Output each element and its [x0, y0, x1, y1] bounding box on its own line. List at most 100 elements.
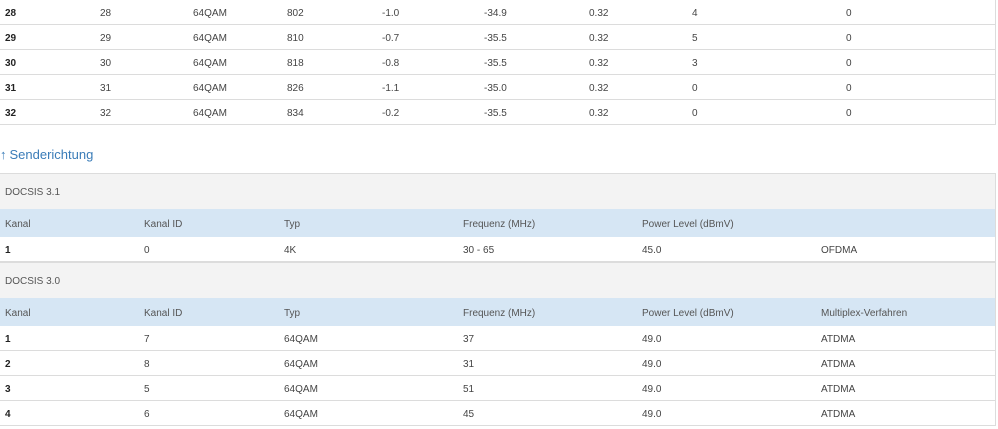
- cell-typ: 64QAM: [284, 334, 318, 345]
- cell-multiplex: OFDMA: [821, 245, 858, 256]
- table-row: 30 30 64QAM 818 -0.8 -35.5 0.32 3 0: [0, 50, 996, 75]
- table-row: 29 29 64QAM 810 -0.7 -35.5 0.32 5 0: [0, 25, 996, 50]
- cell-mer: -34.9: [484, 8, 507, 19]
- header-typ: Typ: [284, 308, 301, 319]
- cell-multiplex: ATDMA: [821, 409, 856, 420]
- cell-mer: -35.5: [484, 108, 507, 119]
- cell-kanal: 4: [5, 409, 11, 420]
- arrow-up-icon: ↑: [0, 147, 7, 162]
- group-header-docsis-31: DOCSIS 3.1: [0, 173, 996, 209]
- cell-power-level: -1.1: [382, 83, 400, 94]
- header-frequenz: Frequenz (MHz): [463, 308, 536, 319]
- cell-frequenz: 834: [287, 108, 304, 119]
- header-multiplex: Multiplex-Verfahren: [821, 308, 908, 319]
- cell-mer: -35.0: [484, 83, 507, 94]
- cell-korrigierbare-fehler: 4: [692, 8, 698, 19]
- cell-mer: -35.5: [484, 33, 507, 44]
- group-header-docsis-30: DOCSIS 3.0: [0, 262, 996, 298]
- cell-latenz: 0.32: [589, 108, 609, 119]
- group-label: DOCSIS 3.0: [5, 276, 61, 287]
- cell-power-level: 49.0: [642, 359, 662, 370]
- header-frequenz: Frequenz (MHz): [463, 219, 536, 230]
- cell-frequenz: 45: [463, 409, 475, 420]
- cell-power-level: 49.0: [642, 409, 662, 420]
- cell-mer: -35.5: [484, 58, 507, 69]
- cell-power-level: 49.0: [642, 334, 662, 345]
- cell-kanal: 30: [5, 58, 17, 69]
- cell-power-level: -1.0: [382, 8, 400, 19]
- cell-typ: 64QAM: [193, 108, 227, 119]
- cell-latenz: 0.32: [589, 83, 609, 94]
- cell-typ: 64QAM: [193, 33, 227, 44]
- cell-korrigierbare-fehler: 0: [692, 108, 698, 119]
- cell-korrigierbare-fehler: 0: [692, 83, 698, 94]
- cell-kanal-id: 0: [144, 245, 150, 256]
- table-row: 1 0 4K 30 - 65 45.0 OFDMA: [0, 237, 996, 262]
- cell-multiplex: ATDMA: [821, 359, 856, 370]
- cell-power-level: 45.0: [642, 245, 662, 256]
- cell-latenz: 0.32: [589, 33, 609, 44]
- cell-kanal: 28: [5, 8, 17, 19]
- cell-kanal-id: 28: [100, 8, 112, 19]
- cell-nicht-korrigierbare-fehler: 0: [846, 33, 852, 44]
- cell-multiplex: ATDMA: [821, 334, 856, 345]
- cell-kanal: 31: [5, 83, 17, 94]
- cell-power-level: -0.2: [382, 108, 400, 119]
- cell-kanal-id: 31: [100, 83, 112, 94]
- cell-kanal: 1: [5, 245, 11, 256]
- column-header-row: Kanal Kanal ID Typ Frequenz (MHz) Power …: [0, 209, 996, 237]
- cell-nicht-korrigierbare-fehler: 0: [846, 58, 852, 69]
- header-kanal: Kanal: [5, 308, 31, 319]
- cell-nicht-korrigierbare-fehler: 0: [846, 8, 852, 19]
- cell-nicht-korrigierbare-fehler: 0: [846, 83, 852, 94]
- cell-korrigierbare-fehler: 5: [692, 33, 698, 44]
- cell-multiplex: ATDMA: [821, 384, 856, 395]
- cell-latenz: 0.32: [589, 8, 609, 19]
- cell-typ: 64QAM: [284, 409, 318, 420]
- cell-frequenz: 51: [463, 384, 475, 395]
- cell-kanal-id: 30: [100, 58, 112, 69]
- upstream-table: DOCSIS 3.1 Kanal Kanal ID Typ Frequenz (…: [0, 173, 996, 426]
- cell-kanal-id: 5: [144, 384, 150, 395]
- cell-typ: 64QAM: [193, 83, 227, 94]
- table-row: 4 6 64QAM 45 49.0 ATDMA: [0, 401, 996, 426]
- cell-kanal-id: 8: [144, 359, 150, 370]
- cell-typ: 64QAM: [193, 8, 227, 19]
- page: 28 28 64QAM 802 -1.0 -34.9 0.32 4 0 29 2…: [0, 0, 998, 429]
- cell-kanal: 32: [5, 108, 17, 119]
- cell-frequenz: 31: [463, 359, 475, 370]
- cell-typ: 64QAM: [284, 359, 318, 370]
- cell-korrigierbare-fehler: 3: [692, 58, 698, 69]
- header-kanal: Kanal: [5, 219, 31, 230]
- cell-typ: 64QAM: [193, 58, 227, 69]
- cell-kanal-id: 32: [100, 108, 112, 119]
- header-typ: Typ: [284, 219, 301, 230]
- cell-latenz: 0.32: [589, 58, 609, 69]
- cell-power-level: -0.7: [382, 33, 400, 44]
- section-heading-senderichtung[interactable]: ↑ Senderichtung: [0, 147, 93, 162]
- cell-frequenz: 826: [287, 83, 304, 94]
- cell-typ: 4K: [284, 245, 297, 256]
- cell-typ: 64QAM: [284, 384, 318, 395]
- section-heading-label: Senderichtung: [9, 147, 94, 162]
- header-power-level: Power Level (dBmV): [642, 308, 734, 319]
- header-kanal-id: Kanal ID: [144, 219, 183, 230]
- cell-frequenz: 818: [287, 58, 304, 69]
- cell-kanal-id: 7: [144, 334, 150, 345]
- cell-power-level: -0.8: [382, 58, 400, 69]
- table-row: 2 8 64QAM 31 49.0 ATDMA: [0, 351, 996, 376]
- header-kanal-id: Kanal ID: [144, 308, 183, 319]
- table-row: 31 31 64QAM 826 -1.1 -35.0 0.32 0 0: [0, 75, 996, 100]
- table-row: 1 7 64QAM 37 49.0 ATDMA: [0, 326, 996, 351]
- cell-kanal-id: 29: [100, 33, 112, 44]
- cell-frequenz: 37: [463, 334, 475, 345]
- cell-nicht-korrigierbare-fehler: 0: [846, 108, 852, 119]
- cell-power-level: 49.0: [642, 384, 662, 395]
- table-row: 3 5 64QAM 51 49.0 ATDMA: [0, 376, 996, 401]
- cell-kanal: 29: [5, 33, 17, 44]
- cell-frequenz: 30 - 65: [463, 245, 495, 256]
- table-row: 32 32 64QAM 834 -0.2 -35.5 0.32 0 0: [0, 100, 996, 125]
- header-power-level: Power Level (dBmV): [642, 219, 734, 230]
- cell-kanal: 1: [5, 334, 11, 345]
- cell-kanal: 3: [5, 384, 11, 395]
